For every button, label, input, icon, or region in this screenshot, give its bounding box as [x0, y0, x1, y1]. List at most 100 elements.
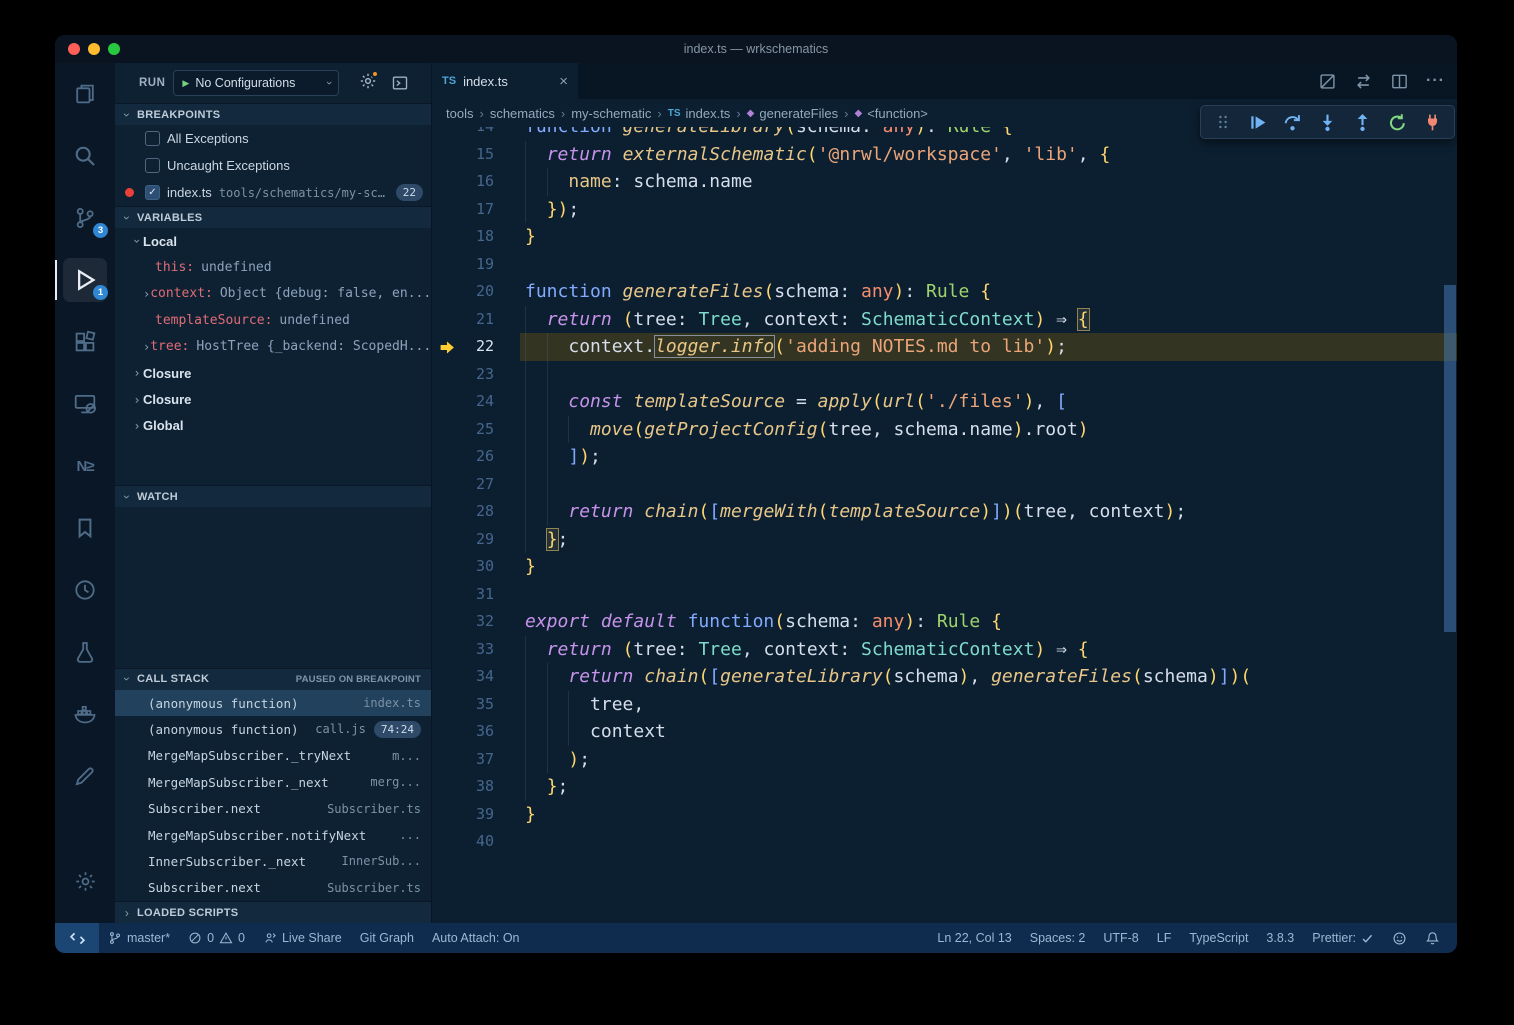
breakpoint-checkbox[interactable]	[145, 131, 160, 146]
git-graph-status[interactable]: Git Graph	[351, 923, 423, 953]
call-stack-frame[interactable]: InnerSubscriber._nextInnerSub...	[115, 848, 431, 874]
code-line[interactable]: 19	[432, 251, 1457, 279]
language-status[interactable]: TypeScript	[1180, 923, 1257, 953]
variable-row[interactable]: this:undefined	[115, 254, 431, 280]
step-into-button[interactable]	[1310, 107, 1345, 137]
call-stack-frame[interactable]: MergeMapSubscriber._tryNextm...	[115, 743, 431, 769]
eol-status[interactable]: LF	[1148, 923, 1181, 953]
variable-scope-row[interactable]: ›Closure	[115, 360, 431, 386]
breadcrumb-item[interactable]: ◆generateFiles	[747, 106, 838, 121]
sidebar-item-extensions[interactable]	[55, 317, 115, 367]
continue-button[interactable]	[1240, 107, 1275, 137]
step-over-button[interactable]	[1275, 107, 1310, 137]
breadcrumb-item[interactable]: TSindex.ts	[668, 106, 731, 121]
code-line[interactable]: 15 return externalSchematic('@nrwl/works…	[432, 141, 1457, 169]
code-line[interactable]: 37 );	[432, 746, 1457, 774]
auto-attach-status[interactable]: Auto Attach: On	[423, 923, 529, 953]
breakpoint-row[interactable]: ✓index.tstools/schematics/my-sch...22	[115, 179, 431, 206]
code-line[interactable]: 27	[432, 471, 1457, 499]
code-line[interactable]: 18}	[432, 223, 1457, 251]
code-line[interactable]: 28 return chain([mergeWith(templateSourc…	[432, 498, 1457, 526]
breakpoint-row[interactable]: All Exceptions	[115, 125, 431, 152]
loaded-scripts-section-header[interactable]: › LOADED SCRIPTS	[115, 901, 431, 923]
sidebar-item-remote-explorer[interactable]	[55, 379, 115, 429]
remote-indicator[interactable]	[55, 923, 99, 953]
code-line[interactable]: 20function generateFiles(schema: any): R…	[432, 278, 1457, 306]
code-line[interactable]: 30}	[432, 553, 1457, 581]
sidebar-item-bookmarks[interactable]	[55, 503, 115, 553]
code-line[interactable]: 29 };	[432, 526, 1457, 554]
compare-changes-icon[interactable]	[1354, 72, 1373, 91]
breakpoint-checkbox[interactable]	[145, 158, 160, 173]
editor-scrollbar[interactable]	[1444, 285, 1456, 632]
code-line[interactable]: 35 tree,	[432, 691, 1457, 719]
typescript-version-status[interactable]: 3.8.3	[1257, 923, 1303, 953]
indentation-status[interactable]: Spaces: 2	[1021, 923, 1095, 953]
close-tab-icon[interactable]: ×	[559, 73, 568, 90]
sidebar-item-gitlens[interactable]	[55, 751, 115, 801]
variable-row[interactable]: ›tree:HostTree {_backend: ScopedH...	[115, 334, 431, 360]
sidebar-item-run-debug[interactable]: 1	[55, 255, 115, 305]
git-branch-status[interactable]: master*	[99, 923, 179, 953]
code-line[interactable]: 36 context	[432, 718, 1457, 746]
code-line[interactable]: 26 ]);	[432, 443, 1457, 471]
call-stack-frame[interactable]: (anonymous function)call.js74:24	[115, 716, 431, 742]
breakpoints-section-header[interactable]: › BREAKPOINTS	[115, 103, 431, 125]
code-line[interactable]: 40	[432, 828, 1457, 856]
debug-settings-button[interactable]	[359, 72, 377, 95]
notifications-button[interactable]	[1416, 923, 1449, 953]
code-line[interactable]: 25 move(getProjectConfig(tree, schema.na…	[432, 416, 1457, 444]
tab-index-ts[interactable]: TS index.ts ×	[432, 63, 579, 99]
restart-button[interactable]	[1380, 107, 1415, 137]
variable-scope-row[interactable]: ›Closure	[115, 386, 431, 412]
code-line[interactable]: 33 return (tree: Tree, context: Schemati…	[432, 636, 1457, 664]
breakpoint-row[interactable]: Uncaught Exceptions	[115, 152, 431, 179]
more-actions-icon[interactable]: ···	[1426, 72, 1445, 90]
code-line[interactable]: 17 });	[432, 196, 1457, 224]
prettier-status[interactable]: Prettier:	[1303, 923, 1383, 953]
call-stack-frame[interactable]: MergeMapSubscriber.notifyNext...	[115, 822, 431, 848]
variable-scope-row[interactable]: ›Local	[115, 228, 431, 254]
variables-section-header[interactable]: › VARIABLES	[115, 206, 431, 228]
split-editor-icon[interactable]	[1390, 72, 1409, 91]
disconnect-button[interactable]	[1415, 107, 1450, 137]
code-line[interactable]: 38 };	[432, 773, 1457, 801]
call-stack-frame[interactable]: MergeMapSubscriber._nextmerg...	[115, 769, 431, 795]
breakpoint-checkbox[interactable]: ✓	[145, 185, 160, 200]
call-stack-frame[interactable]: (anonymous function)index.ts	[115, 690, 431, 716]
sidebar-item-history[interactable]	[55, 565, 115, 615]
code-line[interactable]: 32export default function(schema: any): …	[432, 608, 1457, 636]
close-window-button[interactable]	[68, 43, 80, 55]
sidebar-item-testing[interactable]	[55, 627, 115, 677]
titlebar[interactable]: index.ts — wrkschematics	[55, 35, 1457, 63]
debug-config-dropdown[interactable]: ▶ No Configurations ›	[173, 70, 339, 96]
sidebar-item-source-control[interactable]: 3	[55, 193, 115, 243]
code-line[interactable]: 31	[432, 581, 1457, 609]
code-line[interactable]: 34 return chain([generateLibrary(schema)…	[432, 663, 1457, 691]
code-line[interactable]: 21 return (tree: Tree, context: Schemati…	[432, 306, 1457, 334]
minimize-window-button[interactable]	[88, 43, 100, 55]
call-stack-frame[interactable]: Subscriber.nextSubscriber.ts	[115, 795, 431, 821]
open-changes-icon[interactable]	[1318, 72, 1337, 91]
call-stack-section-header[interactable]: › CALL STACK PAUSED ON BREAKPOINT	[115, 668, 431, 690]
debug-console-icon[interactable]	[391, 74, 409, 92]
sidebar-item-nx-console[interactable]: N≥	[55, 441, 115, 491]
cursor-position-status[interactable]: Ln 22, Col 13	[928, 923, 1020, 953]
variable-row[interactable]: templateSource:undefined	[115, 307, 431, 333]
call-stack-frame[interactable]: Subscriber.nextSubscriber.ts	[115, 875, 431, 901]
sidebar-item-docker[interactable]	[55, 689, 115, 739]
code-line[interactable]: 24 const templateSource = apply(url('./f…	[432, 388, 1457, 416]
breadcrumb-item[interactable]: schematics	[490, 106, 555, 121]
feedback-button[interactable]	[1383, 923, 1416, 953]
start-debug-icon[interactable]: ▶	[182, 78, 189, 89]
variable-scope-row[interactable]: ›Global	[115, 413, 431, 439]
code-line[interactable]: 23	[432, 361, 1457, 389]
live-share-status[interactable]: Live Share	[254, 923, 351, 953]
code-line[interactable]: 39}	[432, 801, 1457, 829]
toolbar-drag-handle[interactable]	[1205, 107, 1240, 137]
problems-status[interactable]: 00	[179, 923, 254, 953]
breadcrumb-item[interactable]: ◆<function>	[854, 106, 927, 121]
zoom-window-button[interactable]	[108, 43, 120, 55]
code-line[interactable]: 16 name: schema.name	[432, 168, 1457, 196]
variable-row[interactable]: ›context:Object {debug: false, en...	[115, 281, 431, 307]
